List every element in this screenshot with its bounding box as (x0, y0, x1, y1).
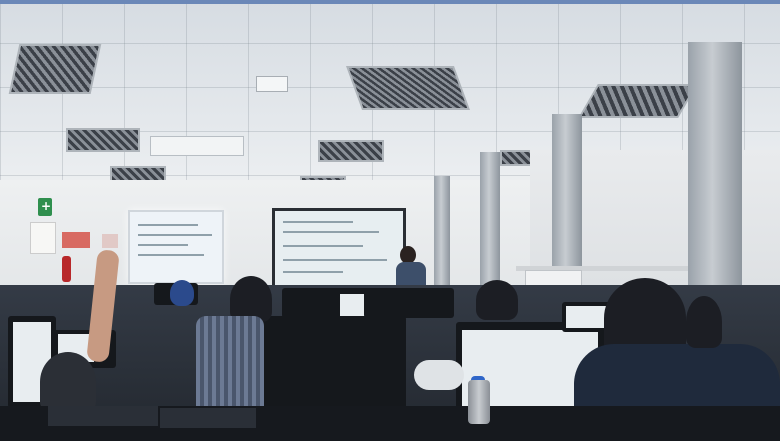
water-bottle (468, 380, 490, 424)
pillar (480, 152, 500, 292)
student-head (686, 296, 722, 348)
keyboard (48, 406, 158, 426)
keyboard (160, 408, 256, 428)
pillar (434, 176, 450, 288)
wall-poster (102, 234, 118, 248)
student-head (476, 280, 518, 320)
student (196, 316, 264, 408)
projection-screen-left (128, 210, 224, 284)
projection-screen-main (272, 208, 406, 294)
fire-extinguisher (62, 256, 71, 282)
ceiling-vent (318, 140, 384, 162)
wall-sign (30, 222, 56, 254)
classroom-photo (0, 0, 780, 441)
monitor (364, 288, 454, 318)
ceiling-vent (578, 84, 698, 118)
ceiling-vent (8, 44, 102, 94)
student (170, 280, 194, 306)
projector (256, 76, 288, 92)
monitor-screen (566, 306, 606, 328)
ceiling-vent (66, 128, 140, 152)
wall-poster (62, 232, 90, 248)
top-border (0, 0, 780, 4)
ceiling-vent (345, 66, 471, 110)
air-conditioner (150, 136, 244, 156)
emergency-exit-sign (38, 198, 52, 216)
student-arm (414, 360, 464, 390)
student (40, 352, 96, 412)
